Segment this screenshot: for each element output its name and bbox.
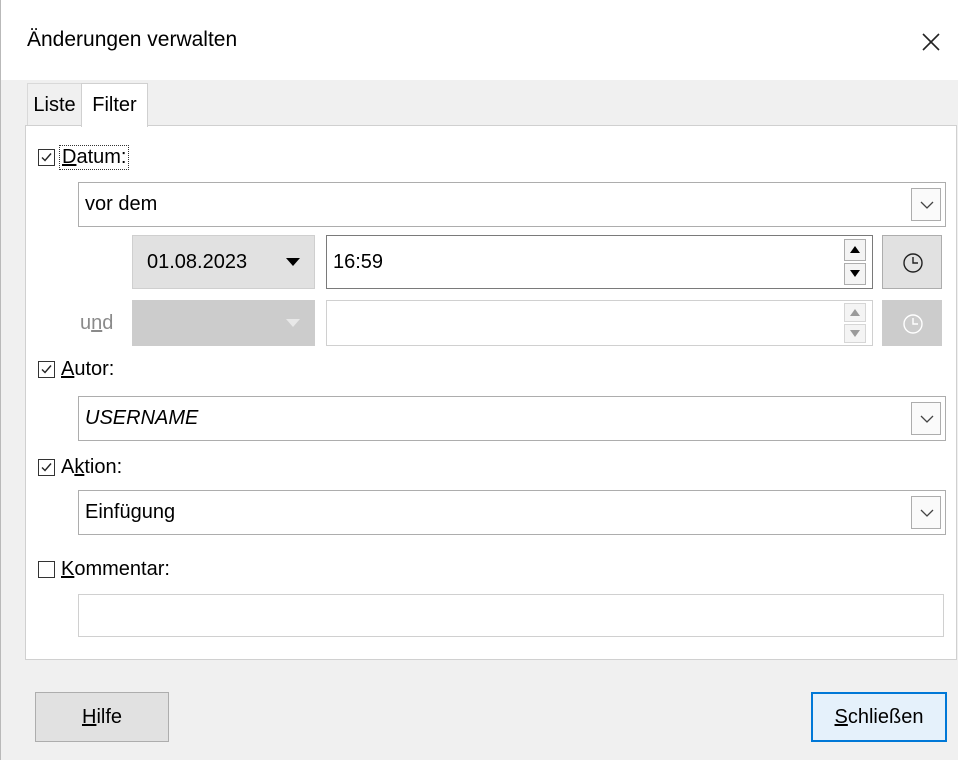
checkmark-icon	[41, 364, 52, 374]
time-value: 16:59	[333, 251, 384, 273]
action-filter-row[interactable]: Aktion:	[38, 452, 122, 482]
clock-icon	[903, 314, 923, 334]
chevron-down-icon	[920, 201, 934, 209]
chevron-down-icon	[920, 415, 934, 423]
clock-icon	[903, 253, 923, 273]
dropdown-triangle-icon	[286, 319, 300, 327]
checkmark-icon	[41, 152, 52, 162]
date-picker[interactable]: 01.08.2023	[132, 235, 315, 289]
action-value: Einfügung	[85, 501, 176, 523]
title-bar: Änderungen verwalten	[1, 0, 958, 80]
close-icon	[922, 33, 940, 51]
time-decrement-button[interactable]	[844, 263, 866, 285]
end-time-decrement-button[interactable]	[844, 324, 866, 343]
and-label: und	[80, 312, 114, 334]
end-time-field[interactable]	[326, 300, 873, 346]
triangle-up-icon	[850, 309, 860, 316]
author-dropdown-button[interactable]	[911, 402, 941, 435]
action-label: Aktion:	[61, 455, 123, 478]
end-time-increment-button[interactable]	[844, 303, 866, 322]
action-select[interactable]: Einfügung	[78, 490, 946, 535]
triangle-up-icon	[850, 246, 860, 253]
author-select[interactable]: USERNAME	[78, 396, 946, 441]
comment-checkbox[interactable]	[38, 560, 55, 578]
date-mode-value: vor dem	[85, 193, 158, 215]
close-button[interactable]: Schließen	[811, 692, 947, 742]
author-value: USERNAME	[85, 407, 199, 429]
time-increment-button[interactable]	[844, 239, 866, 261]
action-checkbox[interactable]	[38, 458, 55, 476]
tab-liste[interactable]: Liste	[27, 83, 81, 125]
chevron-down-icon	[920, 509, 934, 517]
date-value: 01.08.2023	[147, 251, 248, 273]
comment-input[interactable]	[78, 594, 944, 637]
checkmark-icon	[41, 462, 52, 472]
window-title: Änderungen verwalten	[27, 28, 238, 51]
filter-panel: Datum: vor dem 01.08.2023 16:59 und Auto…	[25, 125, 957, 660]
time-field[interactable]: 16:59	[326, 235, 873, 289]
action-dropdown-button[interactable]	[911, 496, 941, 529]
author-filter-row[interactable]: Autor:	[38, 354, 114, 384]
date-checkbox[interactable]	[38, 148, 55, 166]
triangle-down-icon	[850, 330, 860, 337]
end-date-picker[interactable]	[132, 300, 315, 346]
dropdown-triangle-icon	[286, 258, 300, 266]
set-current-time-button[interactable]	[882, 235, 942, 289]
author-checkbox[interactable]	[38, 360, 55, 378]
comment-label: Kommentar:	[61, 557, 170, 580]
date-label: Datum:	[59, 144, 130, 170]
dialog-window: Änderungen verwalten Liste Filter Datum:…	[0, 0, 958, 760]
date-mode-dropdown-button[interactable]	[911, 188, 941, 221]
help-button[interactable]: Hilfe	[35, 692, 169, 742]
author-label: Autor:	[61, 357, 115, 380]
close-window-button[interactable]	[913, 24, 949, 60]
date-mode-select[interactable]: vor dem	[78, 182, 946, 227]
triangle-down-icon	[850, 270, 860, 277]
comment-filter-row[interactable]: Kommentar:	[38, 554, 170, 584]
tab-filter[interactable]: Filter	[81, 83, 148, 127]
date-filter-row[interactable]: Datum:	[38, 142, 130, 172]
end-set-current-time-button[interactable]	[882, 300, 942, 346]
